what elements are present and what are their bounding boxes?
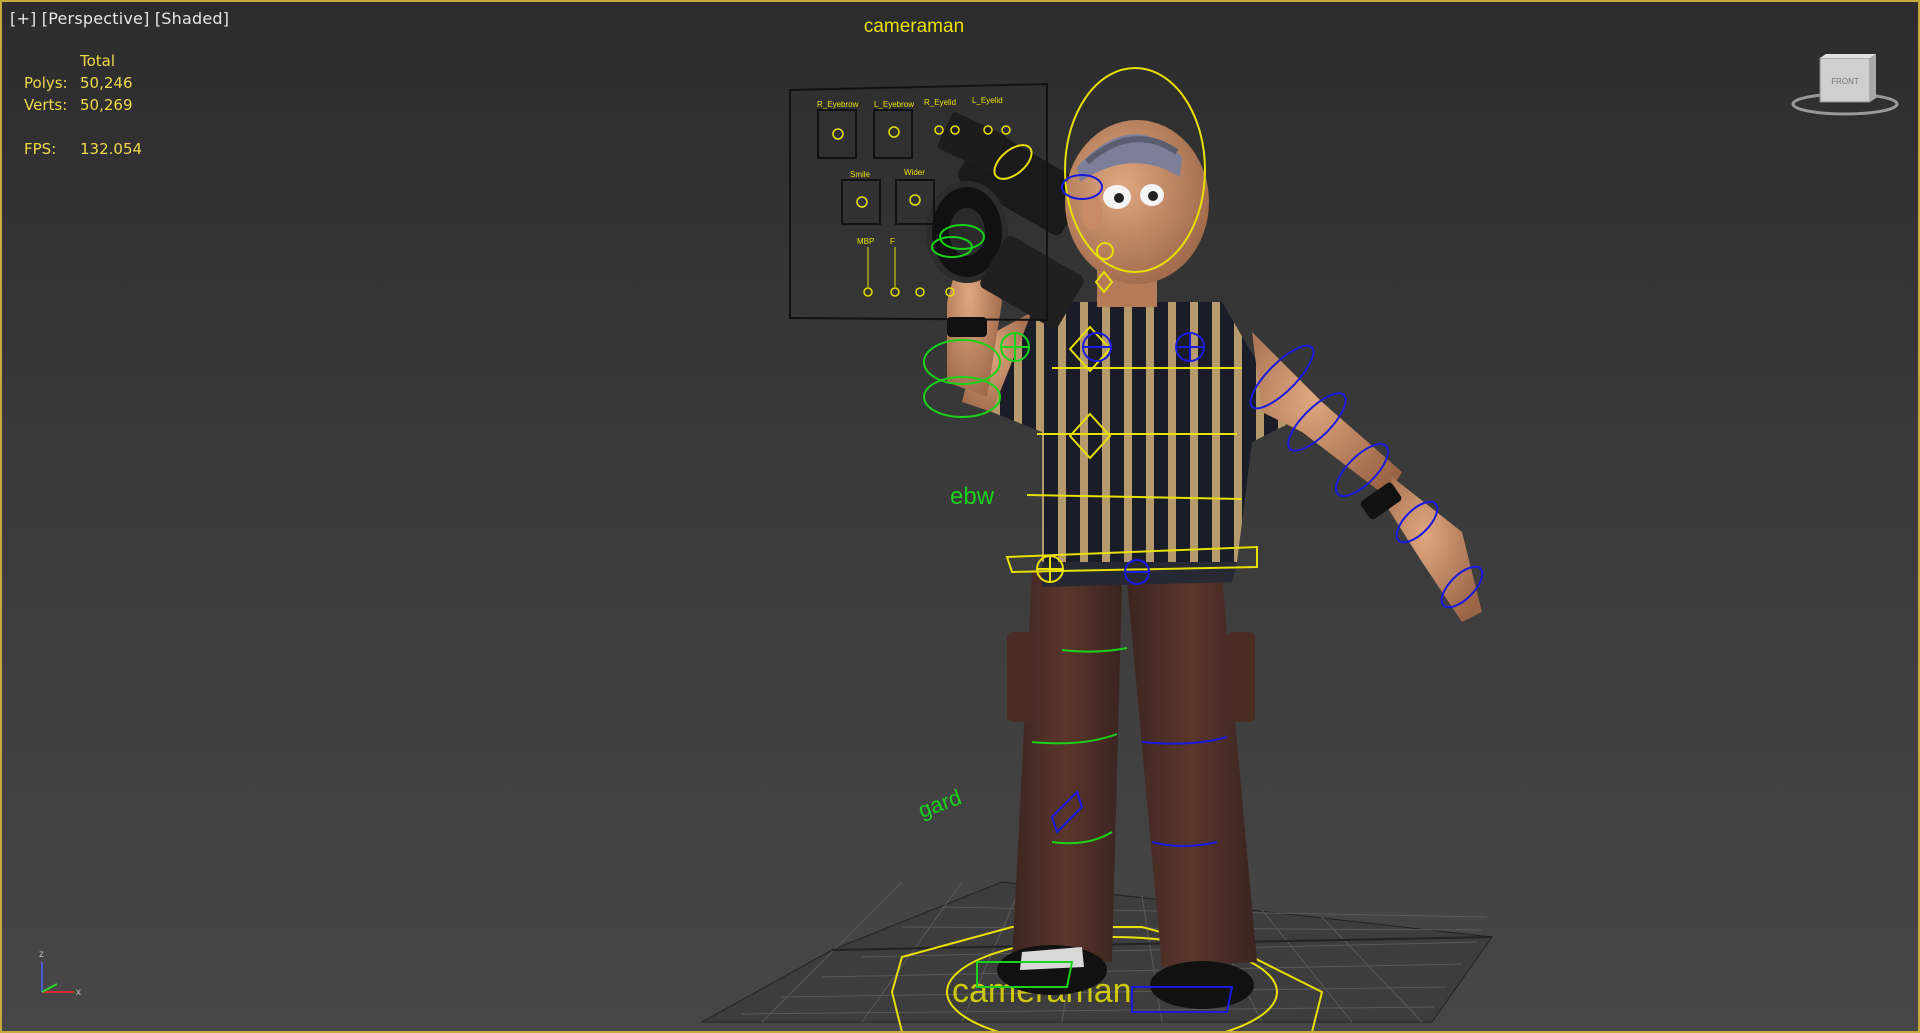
panel-label-f: F (890, 237, 895, 246)
viewcube[interactable]: FRONT (1790, 54, 1900, 119)
viewcube-front-label: FRONT (1831, 77, 1859, 86)
ebw-label: ebw (950, 483, 995, 510)
panel-label-wider: Wider (904, 168, 925, 177)
character-name-label: cameraman (864, 16, 964, 37)
panel-label-r-eyelid: R_Eyelid (924, 98, 956, 107)
character-head (1065, 120, 1209, 307)
hand-label: gard (915, 784, 965, 823)
viewport[interactable]: [+] [Perspective] [Shaded] Total Polys: … (0, 0, 1920, 1033)
character-torso (992, 302, 1292, 587)
character-arm-right (1252, 332, 1482, 622)
axis-x-label: x (76, 987, 81, 998)
panel-label-smile: Smile (850, 170, 871, 179)
axis-tripod: z x (39, 949, 81, 998)
panel-label-l-eyelid: L_Eyelid (972, 96, 1003, 105)
panel-label-l-eyebrow: L_Eyebrow (874, 100, 914, 109)
axis-z-label: z (39, 949, 44, 960)
scene-canvas[interactable]: cameraman cameraman (2, 2, 1920, 1033)
panel-label-r-eyebrow: R_Eyebrow (817, 100, 859, 109)
panel-label-mbp: MBP (857, 237, 874, 246)
